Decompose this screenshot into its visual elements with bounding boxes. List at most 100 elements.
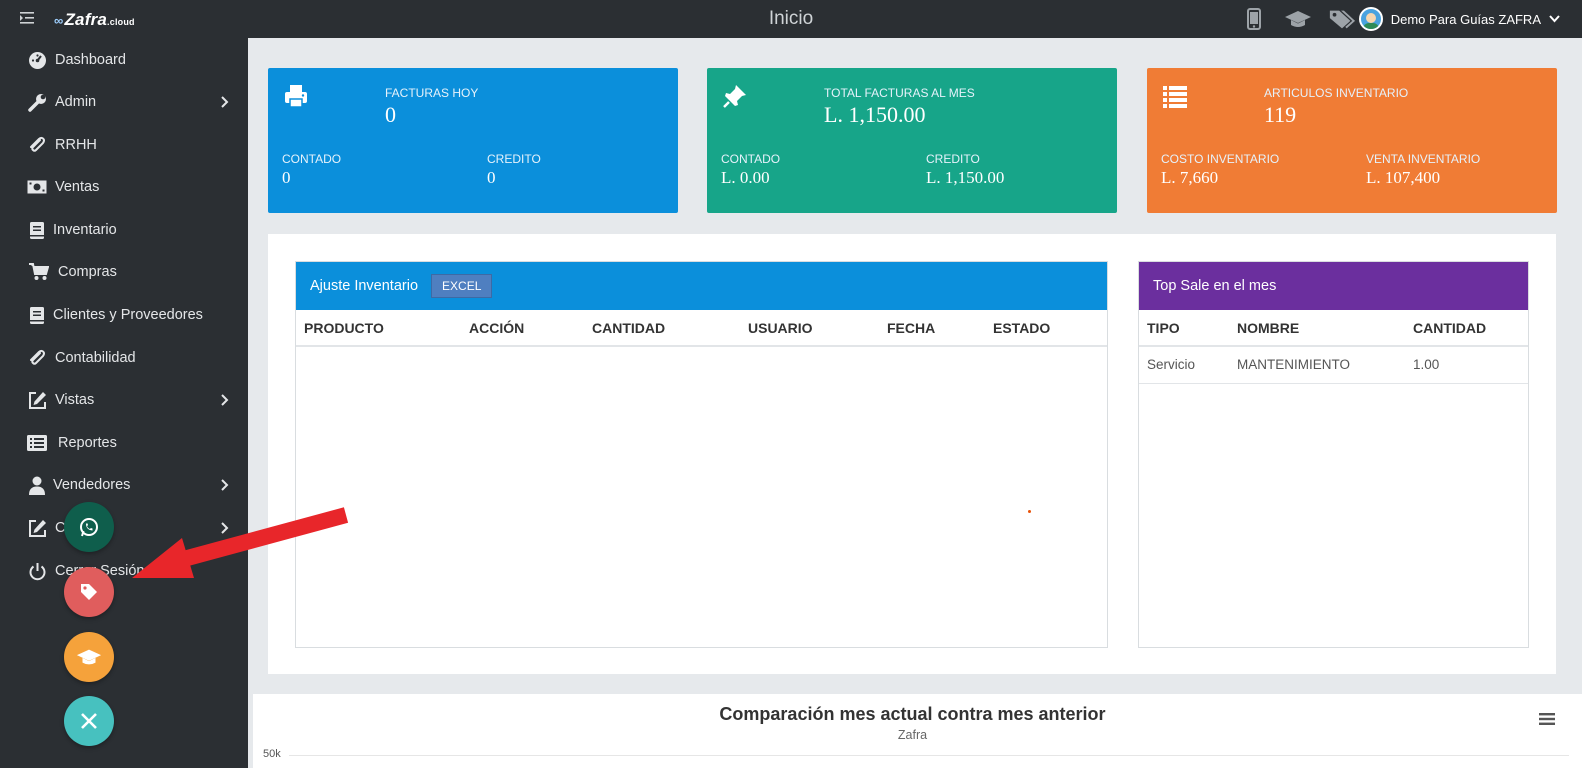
sidebar-item-clientes-proveedores[interactable]: Clientes y Proveedores <box>0 295 248 335</box>
card-right-label: VENTA INVENTARIO <box>1366 152 1481 166</box>
stat-card-articulos-inventario: ARTICULOS INVENTARIO 119 COSTO INVENTARI… <box>1147 68 1557 213</box>
sidebar-item-ventas[interactable]: Ventas <box>0 167 248 207</box>
header-icons <box>1240 8 1356 30</box>
card-right-value: L. 107,400 <box>1366 168 1441 187</box>
user-menu[interactable]: Demo Para Guías ZAFRA <box>1358 7 1560 31</box>
card-left-label: CONTADO <box>282 152 342 166</box>
sidebar-item-vendedores[interactable]: Vendedores <box>0 465 248 505</box>
chevron-right-icon <box>221 394 229 406</box>
sidebar-item-admin[interactable]: Admin <box>0 82 248 122</box>
comparison-chart: Comparación mes actual contra mes anteri… <box>253 694 1582 768</box>
paperclip-icon <box>27 135 47 155</box>
column-header[interactable]: NOMBRE <box>1237 320 1299 336</box>
card-left-label: COSTO INVENTARIO <box>1161 152 1280 166</box>
avatar <box>1358 7 1383 31</box>
sidebar-item-reportes[interactable]: Reportes <box>0 423 248 463</box>
column-header[interactable]: ESTADO <box>993 320 1050 336</box>
card-right-label: CREDITO <box>926 152 980 166</box>
graduation-cap-icon <box>76 649 102 665</box>
paperclip-icon <box>27 348 47 368</box>
tag-button[interactable] <box>64 567 114 617</box>
whatsapp-button[interactable] <box>64 502 114 552</box>
ajuste-inventario-panel: Ajuste Inventario EXCEL PRODUCTO ACCIÓN … <box>295 261 1108 648</box>
card-title: ARTICULOS INVENTARIO <box>1264 86 1409 100</box>
sidebar-item-dashboard[interactable]: Dashboard <box>0 40 248 80</box>
sidebar-item-compras[interactable]: Compras <box>0 252 248 292</box>
dashboard-icon <box>27 50 47 70</box>
chevron-right-icon <box>221 96 229 108</box>
whatsapp-icon <box>80 518 98 537</box>
book-icon <box>27 220 47 240</box>
sidebar-item-label: Vistas <box>55 392 95 408</box>
list-icon <box>27 433 47 453</box>
card-title: FACTURAS HOY <box>385 86 479 100</box>
table-row[interactable]: Servicio MANTENIMIENTO 1.00 <box>1139 347 1528 384</box>
panel-title: Ajuste Inventario <box>310 278 419 294</box>
excel-button[interactable]: EXCEL <box>431 274 493 298</box>
column-header[interactable]: ACCIÓN <box>469 320 524 336</box>
sidebar-item-label: Inventario <box>53 222 117 238</box>
mobile-icon[interactable] <box>1240 8 1268 30</box>
table-header: PRODUCTO ACCIÓN CANTIDAD USUARIO FECHA E… <box>296 310 1107 347</box>
sidebar-item-label: RRHH <box>55 137 97 153</box>
card-left-value: L. 7,660 <box>1161 168 1219 187</box>
card-right-value: L. 1,150.00 <box>926 168 1005 187</box>
close-icon <box>81 713 97 729</box>
column-header[interactable]: FECHA <box>887 320 935 336</box>
cell-nombre: MANTENIMIENTO <box>1237 357 1351 372</box>
sidebar-item-inventario[interactable]: Inventario <box>0 210 248 250</box>
card-value: 119 <box>1264 102 1297 127</box>
printer-icon <box>285 85 307 108</box>
card-value: 0 <box>385 102 396 127</box>
gridline <box>289 755 1569 756</box>
sidebar-item-label: Vendedores <box>53 477 131 493</box>
cursor-dot <box>1028 510 1031 513</box>
stat-card-facturas-hoy: FACTURAS HOY 0 CONTADO 0 CREDITO 0 <box>268 68 678 213</box>
book-icon <box>27 305 47 325</box>
tags-icon[interactable] <box>1328 8 1356 30</box>
card-left-value: 0 <box>282 168 291 187</box>
sidebar-item-label: Admin <box>55 94 97 110</box>
panel-header: Top Sale en el mes <box>1139 262 1528 310</box>
chevron-down-icon <box>1549 15 1560 23</box>
column-header[interactable]: TIPO <box>1147 320 1180 336</box>
main-content: FACTURAS HOY 0 CONTADO 0 CREDITO 0 TOTAL… <box>248 38 1582 768</box>
sidebar-item-label: Reportes <box>58 435 117 451</box>
hamburger-menu-icon[interactable] <box>1539 712 1555 726</box>
close-fab-button[interactable] <box>64 696 114 746</box>
card-left-label: CONTADO <box>721 152 781 166</box>
cell-cantidad: 1.00 <box>1413 357 1440 372</box>
cart-icon <box>29 262 49 282</box>
list-icon <box>1163 86 1187 108</box>
card-left-value: L. 0.00 <box>721 168 770 187</box>
column-header[interactable]: CANTIDAD <box>592 320 665 336</box>
user-icon <box>27 475 47 495</box>
sidebar-item-label: Compras <box>58 264 117 280</box>
annotation-arrow-icon <box>132 507 349 578</box>
sidebar-item-contabilidad[interactable]: Contabilidad <box>0 338 248 378</box>
tag-icon <box>81 584 97 600</box>
card-value: L. 1,150.00 <box>824 102 926 127</box>
card-right-value: 0 <box>487 168 496 187</box>
column-header[interactable]: CANTIDAD <box>1413 320 1486 336</box>
column-header[interactable]: PRODUCTO <box>304 320 384 336</box>
money-icon <box>27 177 47 197</box>
edit-icon <box>27 518 47 538</box>
cell-tipo: Servicio <box>1147 357 1196 372</box>
sidebar-item-vistas[interactable]: Vistas <box>0 380 248 420</box>
table-header: TIPO NOMBRE CANTIDAD <box>1139 310 1528 347</box>
graduation-cap-icon[interactable] <box>1284 8 1312 30</box>
user-name: Demo Para Guías ZAFRA <box>1390 11 1541 27</box>
tutorials-button[interactable] <box>64 632 114 682</box>
chart-subtitle: Zafra <box>897 728 928 742</box>
tables-section: Ajuste Inventario EXCEL PRODUCTO ACCIÓN … <box>268 234 1556 674</box>
sidebar: Dashboard Admin RRHH Ventas Inventario C… <box>0 38 248 768</box>
panel-title: Top Sale en el mes <box>1153 278 1277 294</box>
pin-icon <box>723 85 746 108</box>
column-header[interactable]: USUARIO <box>748 320 813 336</box>
power-icon <box>27 561 47 581</box>
chart-title: Comparación mes actual contra mes anteri… <box>719 704 1106 724</box>
sidebar-item-label: Ventas <box>55 179 100 195</box>
sidebar-item-label: Contabilidad <box>55 350 136 366</box>
sidebar-item-rrhh[interactable]: RRHH <box>0 125 248 165</box>
